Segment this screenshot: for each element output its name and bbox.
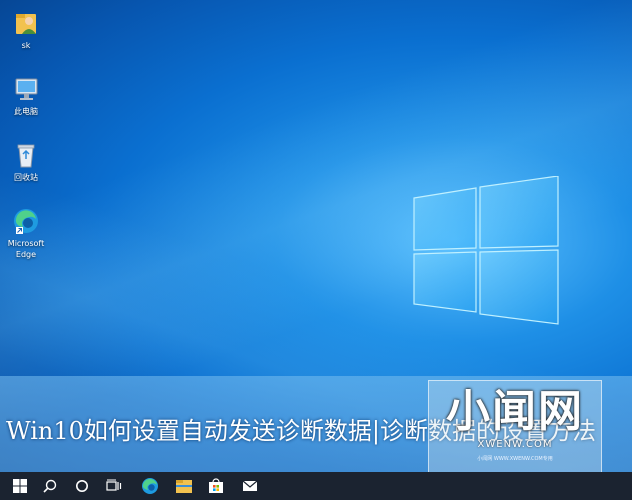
store-icon [209, 478, 223, 493]
desktop-icon-user-folder[interactable]: sk [2, 8, 50, 51]
search-icon [43, 479, 57, 493]
cortana-icon [76, 480, 88, 492]
desktop-icon-label: 此电脑 [14, 107, 38, 116]
taskbar-mail[interactable] [234, 472, 266, 500]
desktop-icon-edge[interactable]: Microsoft Edge [2, 206, 50, 260]
watermark-title: 小闻网 [446, 386, 584, 437]
taskbar-edge[interactable] [134, 472, 166, 500]
watermark-domain: XWENW.COM [477, 439, 553, 450]
taskbar [0, 472, 632, 500]
site-watermark: 小闻网 XWENW.COM 小闻网 WWW.XWENW.COM专用 [428, 380, 602, 474]
task-view-button[interactable] [98, 472, 130, 500]
this-pc-icon [11, 74, 41, 104]
task-view-icon [106, 479, 122, 491]
taskbar-file-explorer[interactable] [168, 472, 200, 500]
desktop-icon-label: sk [21, 41, 31, 50]
edge-icon [11, 206, 41, 236]
desktop-icon-label: 回收站 [14, 173, 38, 182]
taskbar-store[interactable] [200, 472, 232, 500]
watermark-small-text: 小闻网 WWW.XWENW.COM专用 [477, 456, 553, 462]
edge-icon [142, 478, 158, 494]
file-explorer-icon [176, 480, 192, 493]
windows-logo-wallpaper [413, 176, 559, 325]
mail-icon [242, 480, 258, 491]
desktop-icon-label: Microsoft Edge [7, 239, 45, 259]
recycle-bin-icon [11, 140, 41, 170]
windows-start-icon [13, 479, 27, 493]
desktop-icon-this-pc[interactable]: 此电脑 [2, 74, 50, 117]
desktop-icon-recycle-bin[interactable]: 回收站 [2, 140, 50, 183]
start-button[interactable] [4, 472, 36, 500]
cortana-button[interactable] [66, 472, 98, 500]
search-button[interactable] [34, 472, 66, 500]
user-folder-icon [11, 8, 41, 38]
